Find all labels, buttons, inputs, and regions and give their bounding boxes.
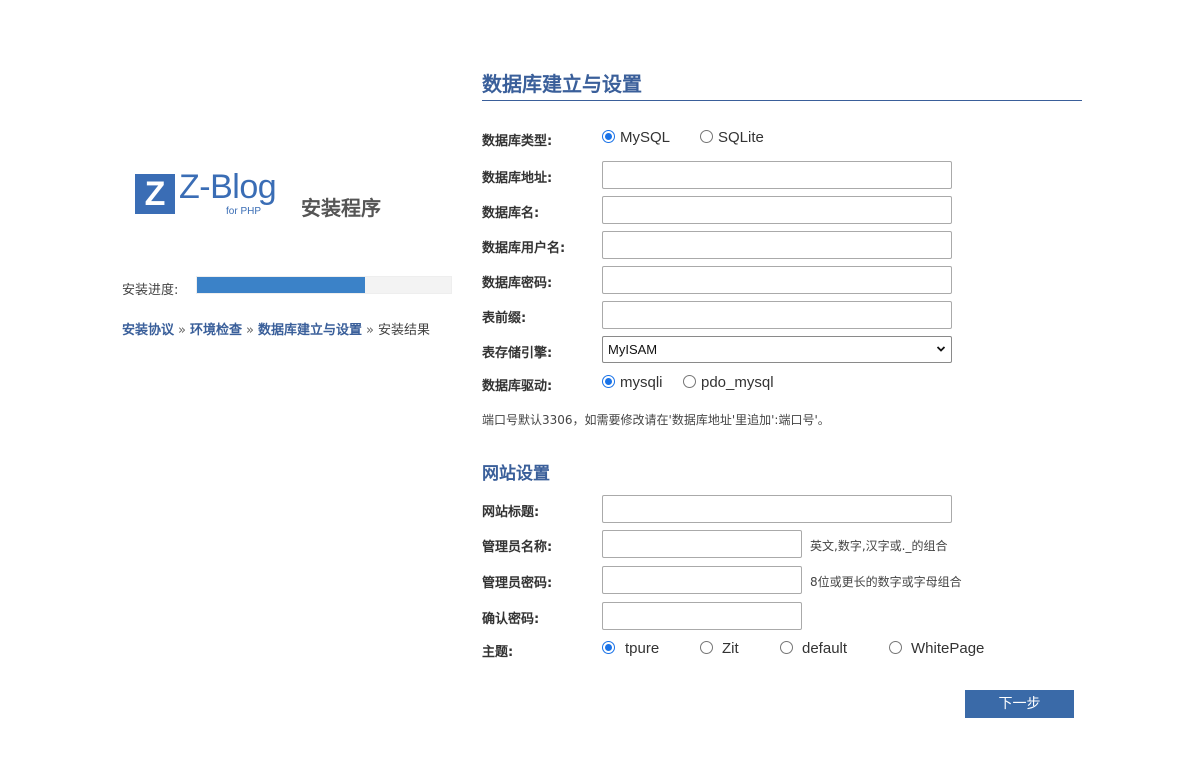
site-section-title: 网站设置 [482,464,550,484]
progress-label: 安装进度: [122,283,179,298]
port-note: 端口号默认3306，如需要修改请在'数据库地址'里追加':端口号'。 [482,413,830,427]
db-driver-row: 数据库驱动: mysqli pdo_mysql [482,369,1102,397]
db-user-input[interactable] [602,231,952,259]
db-password-row: 数据库密码: [482,266,1102,294]
step-database: 数据库建立与设置 [257,323,362,338]
table-engine-select[interactable]: MyISAM [602,336,952,363]
radio-label: pdo_mysql [701,374,774,391]
radio-label: tpure [625,640,660,657]
db-host-input[interactable] [602,161,952,189]
radio-unchecked-icon [780,641,793,654]
installer-title: 安装程序 [301,196,381,220]
table-engine-selected-value: MyISAM [608,342,658,357]
db-host-label: 数据库地址: [482,171,553,186]
radio-unchecked-icon [683,375,696,388]
admin-name-input[interactable] [602,530,802,558]
db-password-input[interactable] [602,266,952,294]
next-step-button[interactable]: 下一步 [965,690,1074,718]
radio-label: default [802,640,848,657]
admin-name-hint: 英文,数字,汉字或._的组合 [810,539,948,553]
table-prefix-input[interactable] [602,301,952,329]
site-title-label: 网站标题: [482,505,540,520]
db-host-row: 数据库地址: [482,161,1102,189]
admin-password-label: 管理员密码: [482,576,553,591]
step-separator: » [178,323,186,338]
radio-label: Zit [722,640,739,657]
confirm-password-input[interactable] [602,602,802,630]
chevron-down-icon [937,346,945,352]
logo-subtitle: for PHP [226,206,262,217]
table-prefix-label: 表前缀: [482,311,527,326]
radio-checked-icon [602,375,615,388]
radio-unchecked-icon [700,641,713,654]
radio-unchecked-icon [700,130,713,143]
logo-z-icon: Z [135,174,175,214]
table-engine-row: 表存储引擎: MyISAM [482,336,1102,364]
db-driver-label: 数据库驱动: [482,379,553,394]
radio-unchecked-icon [889,641,902,654]
table-engine-label: 表存储引擎: [482,346,553,361]
radio-label: WhitePage [911,640,985,657]
radio-label: MySQL [620,129,671,146]
admin-name-row: 管理员名称: 英文,数字,汉字或._的组合 [482,530,1102,558]
install-steps-breadcrumb: 安装协议» 环境检查» 数据库建立与设置» 安装结果 [122,319,430,338]
install-progress-bar [196,276,452,294]
site-title-input[interactable] [602,495,952,523]
step-separator: » [365,323,374,338]
radio-label: mysqli [620,374,663,391]
confirm-password-label: 确认密码: [482,612,540,627]
step-result: 安装结果 [377,323,430,338]
step-env-check: 环境检查 [189,323,242,338]
confirm-password-row: 确认密码: [482,602,1102,630]
db-user-row: 数据库用户名: [482,231,1102,259]
title-divider [482,100,1082,101]
db-name-label: 数据库名: [482,206,540,221]
db-type-row: 数据库类型: MySQL SQLite [482,124,1102,152]
database-section-title: 数据库建立与设置 [482,72,642,96]
theme-label: 主题: [482,645,514,660]
zblog-logo: Z Z-Blog for PHP 安装程序 [135,168,435,222]
theme-row: 主题: tpure Zit default WhitePage [482,635,1102,663]
logo-brand: Z-Blog [179,168,277,206]
radio-label: SQLite [718,129,764,146]
step-separator: » [246,323,254,338]
admin-password-row: 管理员密码: 8位或更长的数字或字母组合 [482,566,1102,594]
db-password-label: 数据库密码: [482,276,553,291]
site-title-row: 网站标题: [482,495,1102,523]
radio-checked-icon [602,130,615,143]
install-progress-fill [197,277,365,293]
db-name-input[interactable] [602,196,952,224]
admin-name-label: 管理员名称: [482,540,553,555]
table-prefix-row: 表前缀: [482,301,1102,329]
step-agreement: 安装协议 [122,323,175,338]
admin-password-hint: 8位或更长的数字或字母组合 [810,575,962,589]
db-user-label: 数据库用户名: [482,241,566,256]
radio-checked-icon [602,641,615,654]
db-name-row: 数据库名: [482,196,1102,224]
db-type-label: 数据库类型: [482,134,553,149]
admin-password-input[interactable] [602,566,802,594]
